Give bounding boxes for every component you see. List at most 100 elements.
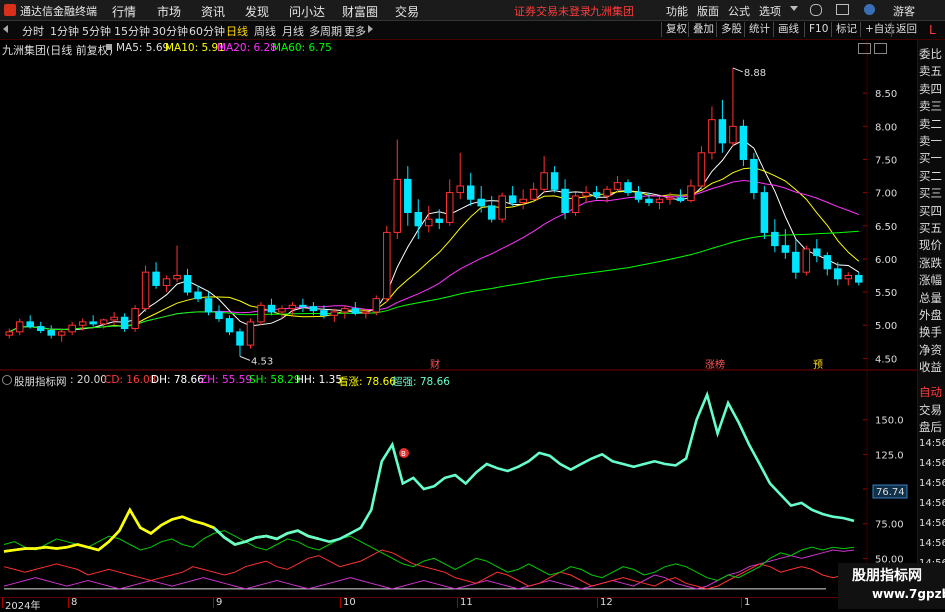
screen-icon[interactable] — [836, 4, 849, 15]
mark-button[interactable]: 标记 — [831, 22, 861, 37]
menu-bar: 通达信金融终端 行情 市场 资讯 发现 问小达 财富圈 交易 证券交易未登录 九… — [0, 0, 945, 21]
tab-weekly[interactable]: 周线 — [254, 23, 276, 39]
candle-down — [634, 192, 643, 200]
candle-down — [435, 218, 443, 223]
candle-down — [36, 326, 45, 332]
panel-item: 换手 — [919, 325, 942, 340]
trade-time: 14:56 — [919, 518, 945, 529]
panel-item: 收益 — [919, 360, 942, 375]
time-axis-label: 1 — [744, 597, 751, 608]
panel-item: 卖一 — [919, 134, 942, 148]
tab-daily[interactable]: 日线 — [226, 23, 248, 39]
adjust-button[interactable]: 复权 — [661, 22, 691, 37]
candlestick-chart[interactable]: 8.50 8.00 7.50 7.00 6.50 6.00 5.50 5.00 4.50 8.88… — [0, 40, 917, 371]
candle-up — [5, 331, 13, 336]
candle-down — [120, 316, 129, 330]
buy-signal-text: B — [401, 450, 406, 458]
candle-down — [414, 212, 423, 227]
f10-button[interactable]: F10 — [804, 22, 832, 37]
stock-label: 九洲集团(日线 前复权) — [2, 44, 114, 57]
watermark-url: www.7gpzb.com — [872, 587, 945, 601]
menu-discover[interactable]: 发现 — [245, 3, 269, 20]
low-label: 4.53 — [251, 356, 273, 367]
panel-item: 买二 — [919, 168, 942, 183]
ma-toggle-icon[interactable] — [106, 44, 112, 50]
panel-item: 涨跌 — [919, 255, 942, 270]
watermark-title: 股朋指标网 — [852, 568, 922, 584]
tab-30min[interactable]: 30分钟 — [152, 23, 188, 39]
settings-icon[interactable] — [858, 43, 871, 54]
dh-label: DH: 78.66 — [151, 374, 204, 386]
price-axis-label: 5.00 — [875, 321, 897, 332]
time-tick — [457, 598, 458, 608]
draw-button[interactable]: 画线 — [773, 22, 803, 37]
ma5-label: MA5: 5.69 — [116, 42, 170, 54]
indicator-chart[interactable]: 150.0125.0100.075.0050.00B76.74 — [0, 371, 917, 597]
search-icon[interactable] — [810, 4, 822, 16]
menu-function[interactable]: 功能 — [666, 3, 688, 19]
candle-down — [823, 255, 832, 270]
avatar-icon[interactable] — [864, 4, 875, 15]
price-axis-label: 6.50 — [875, 222, 897, 233]
tab-1min[interactable]: 1分钟 — [50, 23, 79, 39]
menu-formula[interactable]: 公式 — [728, 3, 750, 19]
user-guest[interactable]: 游客 — [893, 3, 915, 19]
panel-item: 买五 — [919, 221, 942, 235]
menu-options[interactable]: 选项 — [759, 3, 781, 19]
candle-up — [288, 304, 297, 310]
panel-trade-item[interactable]: 盘后 — [919, 419, 942, 436]
menu-wealth[interactable]: 财富圈 — [342, 3, 378, 20]
candle-up — [68, 324, 76, 333]
app-logo-icon — [4, 4, 16, 16]
menu-ask[interactable]: 问小达 — [289, 3, 325, 20]
login-warning[interactable]: 证券交易未登录 — [514, 3, 591, 19]
menu-quotes[interactable]: 行情 — [112, 3, 136, 20]
menu-news[interactable]: 资讯 — [201, 3, 225, 20]
dropdown-arrow-icon[interactable] — [790, 6, 798, 11]
menu-market[interactable]: 市场 — [157, 3, 181, 20]
low-pointer — [239, 355, 251, 361]
panel-trade-item[interactable]: 交易 — [919, 402, 942, 419]
candle-up — [666, 197, 674, 200]
candle-down — [550, 172, 559, 190]
tab-more[interactable]: 更多 — [344, 23, 366, 39]
candle-down — [771, 231, 779, 247]
candle-down — [215, 311, 223, 320]
multi-stock-button[interactable]: 多股 — [716, 22, 746, 37]
collapse-left-icon[interactable] — [3, 25, 8, 33]
candle-up — [78, 321, 87, 326]
tab-multi-period[interactable]: 多周期 — [309, 23, 342, 39]
trade-time: 14:56 — [919, 498, 945, 509]
tab-monthly[interactable]: 月线 — [282, 23, 304, 39]
candle-down — [781, 245, 790, 253]
candle-up — [571, 195, 580, 214]
layout-icon[interactable] — [874, 43, 887, 54]
stats-button[interactable]: 统计 — [744, 22, 774, 37]
panel-item: 委比 — [919, 47, 942, 61]
panel-item: 卖三 — [919, 99, 942, 114]
panel-item: 外盘 — [919, 308, 942, 322]
more-arrow-icon[interactable] — [368, 25, 373, 33]
tab-60min[interactable]: 60分钟 — [189, 23, 225, 39]
tab-5min[interactable]: 5分钟 — [82, 23, 111, 39]
candle-down — [404, 178, 412, 213]
super-strong-label: 超强: 78.66 — [392, 376, 450, 388]
menu-trade[interactable]: 交易 — [395, 3, 419, 20]
menu-layout[interactable]: 版面 — [697, 3, 719, 19]
candle-down — [466, 185, 475, 200]
high-label: 8.88 — [744, 68, 766, 79]
candle-up — [141, 271, 150, 310]
time-axis-label: 9 — [216, 597, 223, 608]
auto-toggle[interactable]: 自动 — [919, 384, 942, 401]
candle-up — [529, 188, 538, 200]
level-l-icon[interactable]: L — [929, 23, 936, 37]
event-marker: 预 — [813, 359, 823, 371]
tab-15min[interactable]: 15分钟 — [114, 23, 150, 39]
overlay-button[interactable]: 叠加 — [688, 22, 718, 37]
indicator-toggle-icon[interactable] — [2, 375, 12, 385]
stock-name-title: 九洲集团 — [590, 5, 634, 18]
ma10-line — [8, 167, 860, 333]
back-button[interactable]: 返回 — [891, 22, 921, 37]
tab-intraday[interactable]: 分时 — [22, 23, 44, 39]
price-axis-label: 8.00 — [875, 122, 897, 133]
